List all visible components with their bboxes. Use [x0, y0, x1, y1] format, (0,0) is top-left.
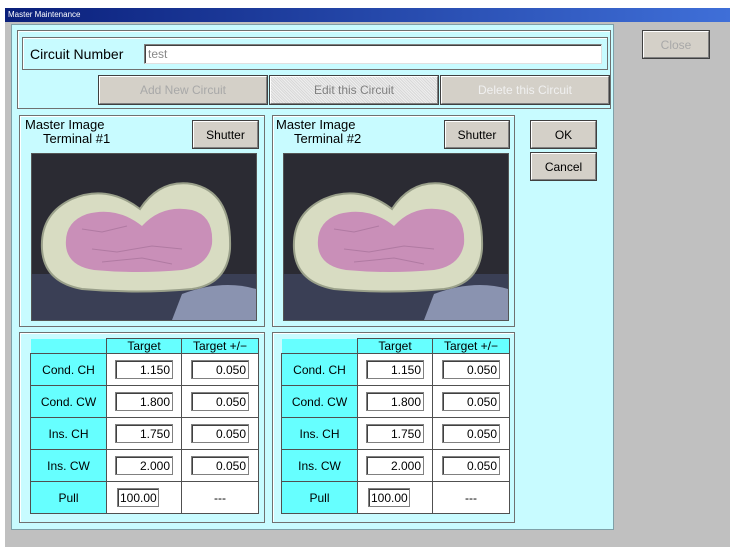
tolerance-cell: 0.050	[181, 417, 259, 450]
ok-button-label: OK	[554, 127, 573, 142]
cancel-button[interactable]: Cancel	[530, 152, 597, 181]
row-label: Cond. CW	[30, 385, 107, 418]
header-blank	[281, 338, 358, 354]
tolerance-input[interactable]: 0.050	[442, 360, 500, 379]
terminal-1-shutter-button[interactable]: Shutter	[192, 120, 259, 149]
terminal-1-shutter-label: Shutter	[206, 127, 245, 142]
target-cell: 1.800	[106, 385, 182, 418]
terminal-1-spec-table: Target Target +/− Cond. CH 1.150 0.050 C…	[30, 338, 259, 514]
window-title-bar: Master Maintenance	[5, 8, 730, 22]
row-label: Ins. CH	[30, 417, 107, 450]
target-cell: 1.150	[106, 353, 182, 386]
close-button[interactable]: Close	[642, 30, 710, 59]
tolerance-cell: 0.050	[432, 353, 510, 386]
window-title: Master Maintenance	[8, 10, 81, 19]
table-row: Cond. CH 1.150 0.050	[281, 353, 510, 386]
tolerance-input[interactable]: 0.050	[442, 392, 500, 411]
header-target-tolerance: Target +/−	[432, 338, 510, 354]
row-label: Cond. CH	[281, 353, 358, 386]
table-row: Ins. CW 2.000 0.050	[281, 449, 510, 482]
terminal-1-title: Master Image Terminal #1	[25, 118, 110, 146]
target-input[interactable]: 1.800	[366, 392, 424, 411]
target-input[interactable]: 1.750	[366, 424, 424, 443]
tolerance-cell: 0.050	[432, 449, 510, 482]
pull-input[interactable]: 100.00	[117, 488, 159, 507]
terminal-2-title: Master Image Terminal #2	[276, 118, 361, 146]
terminal-1-master-image	[31, 153, 257, 321]
tolerance-input[interactable]: 0.050	[442, 424, 500, 443]
target-input[interactable]: 2.000	[366, 456, 424, 475]
edit-circuit-button[interactable]: Edit this Circuit	[269, 75, 439, 105]
tolerance-input[interactable]: 0.050	[191, 456, 249, 475]
target-cell: 100.00	[357, 481, 433, 514]
tolerance-cell: 0.050	[181, 385, 259, 418]
terminal-1-header-row: Target Target +/−	[30, 338, 259, 354]
table-row: Cond. CW 1.800 0.050	[30, 385, 259, 418]
header-target: Target	[357, 338, 433, 354]
terminal-2-spec-table: Target Target +/− Cond. CH 1.150 0.050 C…	[281, 338, 510, 514]
row-label: Ins. CW	[30, 449, 107, 482]
terminal-1-crosssection-image	[32, 154, 256, 320]
add-new-circuit-button[interactable]: Add New Circuit	[98, 75, 268, 105]
target-cell: 1.800	[357, 385, 433, 418]
circuit-number-label: Circuit Number	[30, 46, 124, 62]
terminal-2-title-line1: Master Image	[276, 117, 356, 132]
close-button-label: Close	[660, 37, 692, 52]
tolerance-input[interactable]: 0.050	[442, 456, 500, 475]
cancel-button-label: Cancel	[544, 159, 583, 174]
target-input[interactable]: 2.000	[115, 456, 173, 475]
delete-circuit-label: Delete this Circuit	[477, 83, 573, 97]
add-new-circuit-label: Add New Circuit	[139, 83, 227, 97]
target-input[interactable]: 1.150	[366, 360, 424, 379]
edit-circuit-label: Edit this Circuit	[313, 83, 395, 97]
tolerance-input[interactable]: 0.050	[191, 424, 249, 443]
tolerance-cell: 0.050	[181, 353, 259, 386]
pull-input[interactable]: 100.00	[368, 488, 410, 507]
target-cell: 2.000	[357, 449, 433, 482]
table-row: Ins. CH 1.750 0.050	[30, 417, 259, 450]
header-blank	[30, 338, 107, 354]
tolerance-cell: 0.050	[181, 449, 259, 482]
target-cell: 1.750	[106, 417, 182, 450]
row-label: Ins. CW	[281, 449, 358, 482]
terminal-2-crosssection-image	[284, 154, 508, 320]
tolerance-cell: 0.050	[432, 385, 510, 418]
table-row: Pull 100.00 ---	[281, 481, 510, 514]
tolerance-cell: ---	[432, 481, 510, 514]
target-cell: 2.000	[106, 449, 182, 482]
header-target: Target	[106, 338, 182, 354]
table-row: Ins. CH 1.750 0.050	[281, 417, 510, 450]
terminal-1-title-line1: Master Image	[25, 117, 105, 132]
circuit-number-input[interactable]: test	[144, 44, 602, 64]
tolerance-input[interactable]: 0.050	[191, 360, 249, 379]
terminal-2-shutter-button[interactable]: Shutter	[444, 120, 510, 149]
tolerance-cell: 0.050	[432, 417, 510, 450]
target-input[interactable]: 1.800	[115, 392, 173, 411]
target-input[interactable]: 1.750	[115, 424, 173, 443]
terminal-2-header-row: Target Target +/−	[281, 338, 510, 354]
header-target-tolerance: Target +/−	[181, 338, 259, 354]
table-row: Pull 100.00 ---	[30, 481, 259, 514]
ok-button[interactable]: OK	[530, 120, 597, 149]
delete-circuit-button[interactable]: Delete this Circuit	[440, 75, 610, 105]
target-cell: 100.00	[106, 481, 182, 514]
tolerance-cell: ---	[181, 481, 259, 514]
row-label: Pull	[30, 481, 107, 514]
table-row: Ins. CW 2.000 0.050	[30, 449, 259, 482]
row-label: Cond. CH	[30, 353, 107, 386]
target-cell: 1.750	[357, 417, 433, 450]
terminal-2-shutter-label: Shutter	[457, 127, 497, 142]
terminal-2-title-line2: Terminal #2	[294, 131, 362, 146]
row-label: Cond. CW	[281, 385, 358, 418]
target-cell: 1.150	[357, 353, 433, 386]
table-row: Cond. CW 1.800 0.050	[281, 385, 510, 418]
terminal-2-master-image	[283, 153, 509, 321]
target-input[interactable]: 1.150	[115, 360, 173, 379]
table-row: Cond. CH 1.150 0.050	[30, 353, 259, 386]
row-label: Pull	[281, 481, 358, 514]
row-label: Ins. CH	[281, 417, 358, 450]
tolerance-input[interactable]: 0.050	[191, 392, 249, 411]
terminal-1-title-line2: Terminal #1	[43, 131, 111, 146]
